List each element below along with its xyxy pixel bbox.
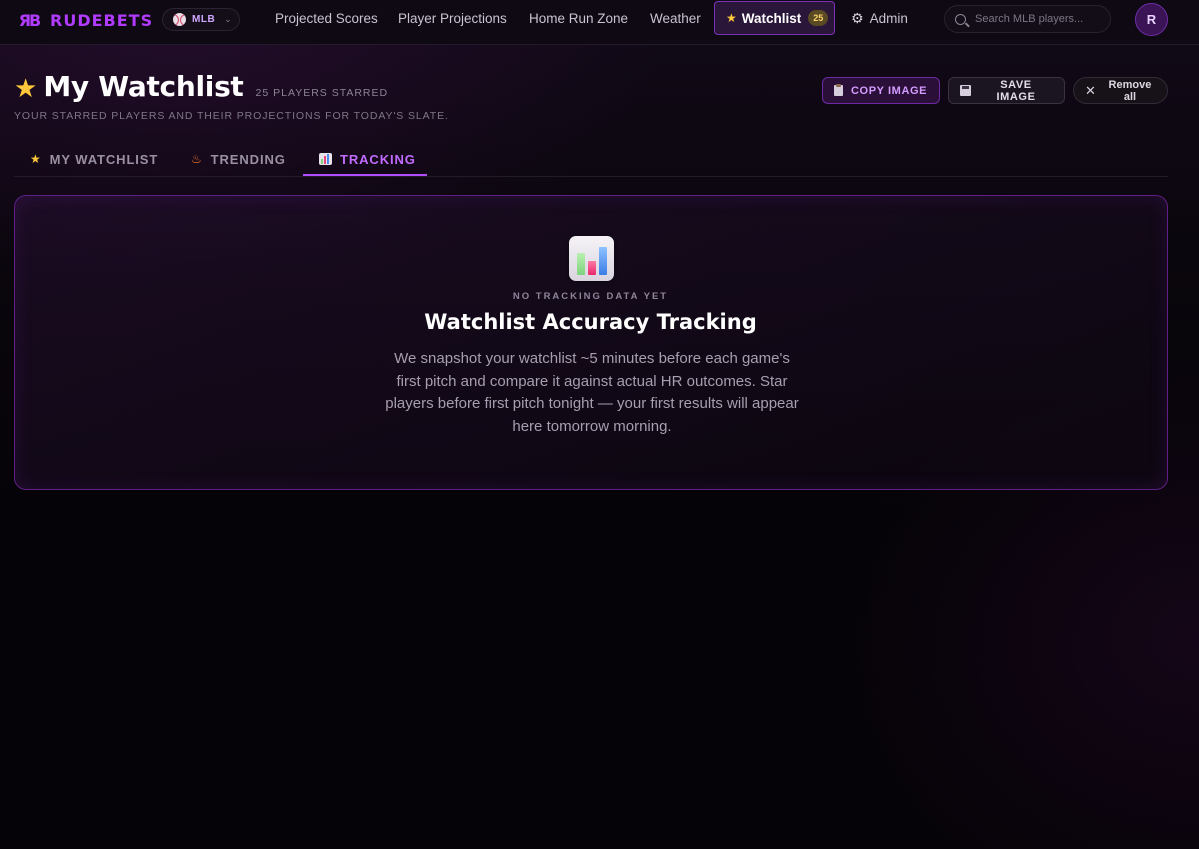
- search-input[interactable]: [975, 13, 1105, 25]
- tab-bar: ★ MY WATCHLIST ♨ TRENDING TRACKING: [14, 142, 1168, 177]
- star-icon: ★: [30, 152, 42, 166]
- brand-name: RUDEBETS: [50, 10, 154, 30]
- tab-label: TRACKING: [340, 151, 416, 167]
- top-nav: ЯB RUDEBETS MLB ⌄ Projected Scores Playe…: [0, 0, 1199, 45]
- bar-chart-icon: [569, 236, 614, 281]
- nav-link-weather[interactable]: Weather: [650, 11, 701, 26]
- chevron-down-icon: ⌄: [224, 14, 232, 24]
- starred-count: 25 PLAYERS STARRED: [255, 87, 389, 99]
- bar-chart-icon: [319, 153, 332, 165]
- tab-trending[interactable]: ♨ TRENDING: [191, 142, 286, 176]
- nav-link-admin[interactable]: ⚙ Admin: [851, 10, 908, 27]
- watchlist-count-badge: 25: [808, 10, 829, 26]
- nav-link-player-projections[interactable]: Player Projections: [398, 11, 507, 26]
- save-image-button[interactable]: SAVE IMAGE: [948, 77, 1065, 104]
- empty-state-kicker: NO TRACKING DATA YET: [512, 291, 669, 302]
- nav-link-projected-scores[interactable]: Projected Scores: [275, 11, 378, 26]
- clipboard-icon: [834, 84, 843, 96]
- active-tab-indicator: [303, 174, 427, 176]
- star-icon: ★: [726, 11, 737, 25]
- star-icon: ★: [14, 73, 38, 103]
- remove-all-button[interactable]: ✕ Remove all: [1073, 77, 1168, 104]
- search-box[interactable]: [944, 5, 1111, 33]
- copy-image-button[interactable]: COPY IMAGE: [822, 77, 940, 104]
- admin-label: Admin: [869, 11, 908, 26]
- brand-mark-icon: ЯB: [18, 10, 42, 30]
- avatar[interactable]: R: [1135, 3, 1168, 36]
- empty-state-title: Watchlist Accuracy Tracking: [424, 310, 757, 334]
- page-title: My Watchlist: [43, 70, 244, 103]
- sport-label: MLB: [192, 14, 216, 25]
- copy-image-label: COPY IMAGE: [851, 84, 928, 97]
- search-icon: [955, 13, 966, 25]
- tracking-empty-state: NO TRACKING DATA YET Watchlist Accuracy …: [14, 195, 1168, 490]
- baseball-icon: [173, 13, 186, 26]
- nav-link-watchlist[interactable]: ★ Watchlist 25: [714, 1, 835, 35]
- page-subtitle: YOUR STARRED PLAYERS AND THEIR PROJECTIO…: [14, 110, 449, 122]
- close-icon: ✕: [1085, 82, 1096, 98]
- remove-all-label: Remove all: [1108, 78, 1152, 103]
- header-actions: COPY IMAGE SAVE IMAGE ✕ Remove all: [822, 77, 1168, 104]
- floppy-disk-icon: [960, 85, 971, 96]
- tab-tracking[interactable]: TRACKING: [319, 142, 416, 176]
- sport-selector[interactable]: MLB ⌄: [162, 8, 240, 31]
- brand-logo[interactable]: ЯB RUDEBETS: [17, 8, 153, 32]
- tab-my-watchlist[interactable]: ★ MY WATCHLIST: [30, 142, 158, 176]
- page-header: ★ My Watchlist 25 PLAYERS STARRED: [14, 70, 388, 103]
- tab-label: MY WATCHLIST: [49, 151, 159, 167]
- empty-state-description: We snapshot your watchlist ~5 minutes be…: [385, 350, 799, 435]
- watchlist-label: Watchlist: [741, 10, 802, 26]
- save-image-label: SAVE IMAGE: [996, 78, 1036, 103]
- fire-icon: ♨: [191, 152, 203, 166]
- gear-icon: ⚙: [851, 10, 864, 26]
- nav-link-home-run-zone[interactable]: Home Run Zone: [529, 11, 628, 26]
- tab-label: TRENDING: [210, 151, 286, 167]
